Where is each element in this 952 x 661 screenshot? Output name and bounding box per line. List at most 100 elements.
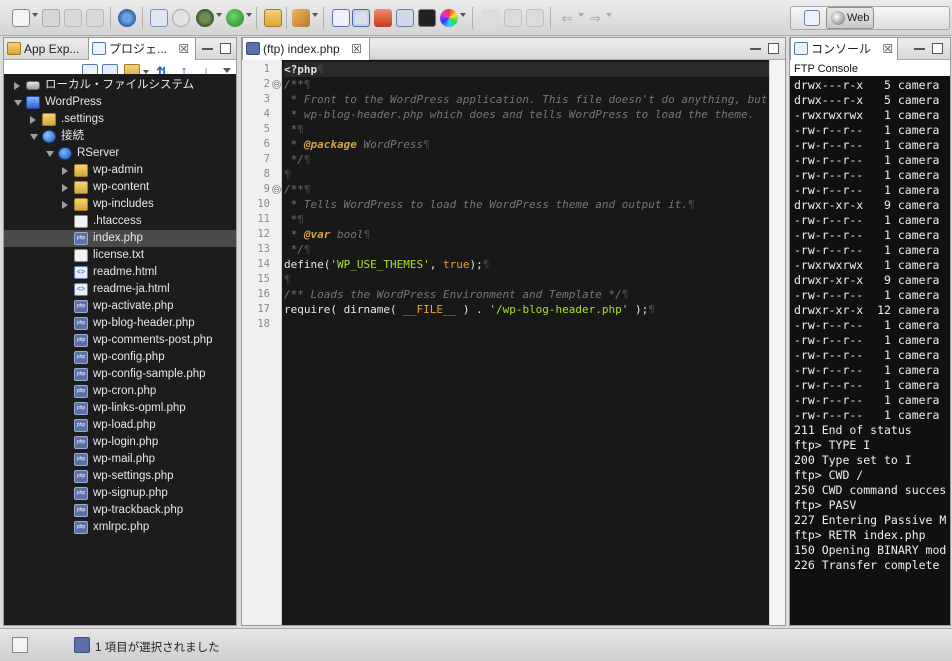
annotate-pen-icon[interactable] [482, 9, 500, 27]
paragraph-disabled-icon[interactable] [526, 9, 544, 27]
code-line[interactable]: <?php¶ [284, 62, 769, 77]
close-icon[interactable]: ☒ [882, 38, 893, 60]
code-line[interactable]: ¶ [284, 272, 769, 287]
back-dropdown-arrow[interactable] [578, 13, 584, 17]
code-line[interactable]: define('WP_USE_THEMES', true);¶ [284, 257, 769, 272]
new-file-icon[interactable] [12, 9, 30, 27]
vertical-scrollbar[interactable] [769, 60, 785, 625]
tree-item[interactable]: 接続 [4, 128, 236, 145]
tree-item[interactable]: wp-signup.php [4, 485, 236, 502]
tree-item[interactable]: readme-ja.html [4, 281, 236, 298]
code-line[interactable]: * @package WordPress¶ [284, 137, 769, 152]
code-line[interactable]: * wp-blog-header.php which does and tell… [284, 107, 769, 122]
color-wheel-icon[interactable] [440, 9, 458, 27]
tree-item[interactable]: wp-cron.php [4, 383, 236, 400]
tree-item[interactable]: .htaccess [4, 213, 236, 230]
tree-item[interactable]: WordPress [4, 94, 236, 111]
editor-body[interactable]: 1 2 ⊖ 3 4 5 6 7 8 9 ⊖ 10 11 12 13 14 15 16 17 18 <?php¶/**¶… [242, 60, 785, 625]
copy-disabled-icon[interactable] [504, 9, 522, 27]
expand-closed-icon[interactable] [62, 184, 68, 192]
expand-open-icon[interactable] [46, 151, 54, 157]
save-all-icon[interactable] [64, 9, 82, 27]
code-line[interactable]: *¶ [284, 122, 769, 137]
tree-item[interactable]: wp-comments-post.php [4, 332, 236, 349]
code-line[interactable]: ¶ [284, 167, 769, 182]
tree-item[interactable]: wp-blog-header.php [4, 315, 236, 332]
image-icon[interactable] [396, 9, 414, 27]
view-menu-arrow[interactable] [223, 68, 231, 73]
expand-open-icon[interactable] [14, 100, 22, 106]
refresh-icon[interactable] [172, 9, 190, 27]
expand-closed-icon[interactable] [30, 116, 36, 124]
expand-closed-icon[interactable] [62, 167, 68, 175]
console-output[interactable]: drwx---r-x 5 camera drwx---r-x 5 camera -r… [790, 76, 950, 625]
code-line[interactable] [284, 317, 769, 332]
tree-item[interactable]: wp-config-sample.php [4, 366, 236, 383]
back-arrow-icon[interactable]: ⇐ [558, 9, 576, 27]
run-icon[interactable] [226, 9, 244, 27]
maximize-icon[interactable] [220, 43, 231, 54]
maximize-icon[interactable] [932, 43, 943, 54]
tab-console[interactable]: コンソール ☒ [790, 38, 898, 60]
run-dropdown-arrow[interactable] [246, 13, 252, 17]
code-line[interactable]: *¶ [284, 212, 769, 227]
tree-item[interactable]: wp-load.php [4, 417, 236, 434]
fold-toggle-icon[interactable]: ⊖ [272, 185, 281, 194]
color-dropdown-arrow[interactable] [460, 13, 466, 17]
web-perspective-button[interactable]: Web [826, 7, 874, 29]
code-line[interactable]: */¶ [284, 242, 769, 257]
minimize-icon[interactable] [914, 48, 925, 50]
code-line[interactable]: require( dirname( __FILE__ ) . '/wp-blog… [284, 302, 769, 317]
tree-item[interactable]: ローカル・ファイルシステム [4, 77, 236, 94]
tab-project-explorer[interactable]: プロジェ... ☒ [88, 38, 196, 60]
tree-item[interactable]: wp-content [4, 179, 236, 196]
tree-item[interactable]: wp-admin [4, 162, 236, 179]
code-line[interactable]: * @var bool¶ [284, 227, 769, 242]
close-icon[interactable]: ☒ [178, 38, 189, 60]
settings-gear-icon[interactable] [118, 9, 136, 27]
open-type-icon[interactable] [150, 9, 168, 27]
tree-item[interactable]: wp-trackback.php [4, 502, 236, 519]
tree-item[interactable]: RServer [4, 145, 236, 162]
tree-item[interactable]: wp-links-opml.php [4, 400, 236, 417]
tab-editor-index-php[interactable]: (ftp) index.php ☒ [242, 38, 370, 60]
tab-app-explorer[interactable]: App Exp... [4, 38, 88, 60]
code-line[interactable]: */¶ [284, 152, 769, 167]
code-line[interactable]: * Front to the WordPress application. Th… [284, 92, 769, 107]
minimize-icon[interactable] [750, 48, 761, 50]
save-icon[interactable] [42, 9, 60, 27]
expand-open-icon[interactable] [30, 134, 38, 140]
deploy-dropdown-arrow[interactable] [312, 13, 318, 17]
outline-view-icon[interactable] [332, 9, 350, 27]
code-line[interactable]: /**¶ [284, 182, 769, 197]
tree-item[interactable]: wp-includes [4, 196, 236, 213]
home-icon[interactable] [374, 9, 392, 27]
minimize-icon[interactable] [202, 48, 213, 50]
expand-closed-icon[interactable] [14, 82, 20, 90]
forward-dropdown-arrow[interactable] [606, 13, 612, 17]
print-icon[interactable] [86, 9, 104, 27]
code-line[interactable]: * Tells WordPress to load the WordPress … [284, 197, 769, 212]
open-perspective-icon[interactable] [804, 10, 820, 26]
tree-item[interactable]: wp-login.php [4, 434, 236, 451]
hierarchy-view-icon[interactable] [352, 9, 370, 27]
debug-bug-icon[interactable] [196, 9, 214, 27]
deploy-wand-icon[interactable] [292, 9, 310, 27]
tree-item[interactable]: xmlrpc.php [4, 519, 236, 536]
code-line[interactable]: /**¶ [284, 77, 769, 92]
new-dropdown-arrow[interactable] [32, 13, 38, 17]
tree-item[interactable]: wp-config.php [4, 349, 236, 366]
debug-dropdown-arrow[interactable] [216, 13, 222, 17]
fold-toggle-icon[interactable]: ⊖ [272, 80, 281, 89]
close-icon[interactable]: ☒ [351, 38, 362, 60]
terminal-icon[interactable] [418, 9, 436, 27]
forward-arrow-icon[interactable]: ⇒ [586, 9, 604, 27]
tree-item[interactable]: wp-settings.php [4, 468, 236, 485]
expand-closed-icon[interactable] [62, 201, 68, 209]
tree-item[interactable]: wp-mail.php [4, 451, 236, 468]
code-area[interactable]: <?php¶/**¶ * Front to the WordPress appl… [282, 60, 769, 625]
code-line[interactable]: /** Loads the WordPress Environment and … [284, 287, 769, 302]
maximize-icon[interactable] [768, 43, 779, 54]
tree-item[interactable]: license.txt [4, 247, 236, 264]
open-folder-icon[interactable] [264, 9, 282, 27]
